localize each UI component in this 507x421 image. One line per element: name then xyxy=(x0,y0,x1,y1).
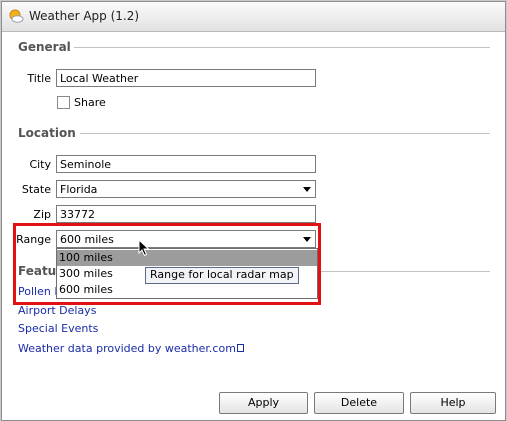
highlight-annotation xyxy=(13,223,321,305)
share-label: Share xyxy=(74,96,106,109)
city-label: City xyxy=(29,158,51,171)
link-airport-delays[interactable]: Airport Delays xyxy=(18,304,96,317)
link-special-events[interactable]: Special Events xyxy=(18,322,98,335)
weather-app-window: Weather App (1.2) General Title Local We… xyxy=(1,1,506,421)
mouse-cursor-icon xyxy=(138,239,150,257)
zip-input[interactable]: 33772 xyxy=(56,205,316,223)
state-select[interactable]: Florida xyxy=(56,180,316,198)
title-label: Title xyxy=(27,72,51,85)
title-input[interactable]: Local Weather xyxy=(56,69,316,87)
chevron-down-icon[interactable] xyxy=(303,187,311,192)
section-location-title: Location xyxy=(18,126,76,140)
delete-button[interactable]: Delete xyxy=(314,392,404,414)
section-divider xyxy=(74,47,490,48)
help-button[interactable]: Help xyxy=(410,392,496,414)
link-weather-attribution[interactable]: Weather data provided by weather.com xyxy=(18,342,244,355)
share-checkbox[interactable] xyxy=(57,96,70,109)
apply-button[interactable]: Apply xyxy=(219,392,308,414)
external-link-icon xyxy=(236,344,244,352)
section-general-title: General xyxy=(18,40,71,54)
city-input[interactable]: Seminole xyxy=(56,155,316,173)
section-divider xyxy=(320,271,490,272)
title-bar[interactable]: Weather App (1.2) xyxy=(2,2,505,32)
state-select-value: Florida xyxy=(60,183,98,196)
sun-cloud-icon xyxy=(9,9,24,23)
section-divider xyxy=(80,133,490,134)
weather-attribution-text: Weather data provided by weather.com xyxy=(18,342,236,355)
state-label: State xyxy=(21,183,51,196)
zip-label: Zip xyxy=(33,208,51,221)
window-title: Weather App (1.2) xyxy=(29,9,140,23)
